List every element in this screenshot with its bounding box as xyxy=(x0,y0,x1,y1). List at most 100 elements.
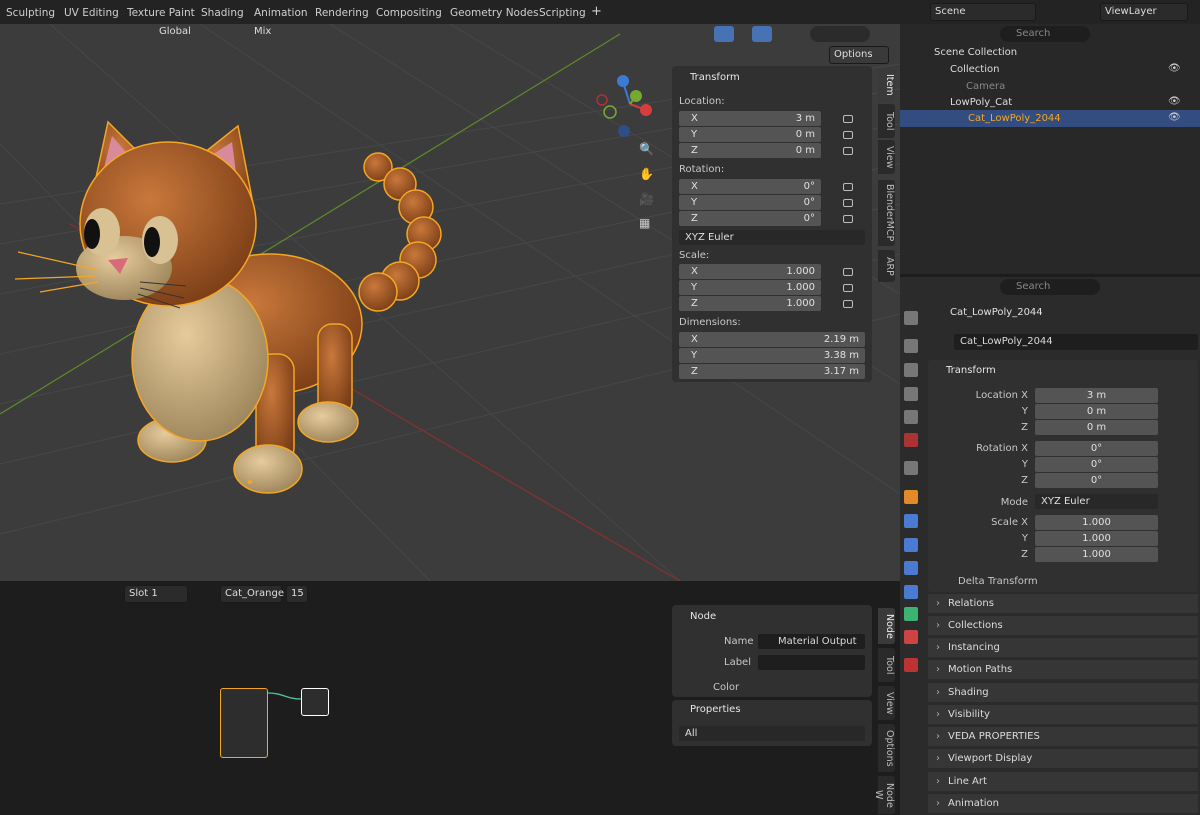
sidetab-tool[interactable]: Tool xyxy=(878,104,895,138)
tab-uv-editing[interactable]: UV Editing xyxy=(64,7,119,19)
rotation-x-field[interactable]: X 0° xyxy=(679,179,821,194)
texture-icon[interactable] xyxy=(904,658,918,672)
add-workspace-button[interactable]: + xyxy=(591,4,602,19)
tab-scripting[interactable]: Scripting xyxy=(539,7,586,19)
scene-icon[interactable] xyxy=(904,410,918,424)
prop-location-x[interactable]: 3 m xyxy=(1035,388,1158,403)
constraints-icon[interactable] xyxy=(904,585,918,599)
sidetab-item[interactable]: Item xyxy=(878,68,895,102)
material-users-count[interactable]: 15 xyxy=(286,585,308,603)
lock-icon[interactable] xyxy=(843,183,853,191)
prop-location-y[interactable]: 0 m xyxy=(1035,404,1158,419)
rotation-y-field[interactable]: Y 0° xyxy=(679,195,821,210)
principled-bsdf-node[interactable] xyxy=(220,688,268,758)
section-visibility[interactable]: Visibility xyxy=(928,704,1198,725)
properties-filter-dropdown[interactable]: All xyxy=(679,726,865,741)
sidetab-view[interactable]: View xyxy=(878,140,895,174)
properties-search[interactable]: Search xyxy=(1000,279,1100,295)
location-x-field[interactable]: X3 m xyxy=(679,111,821,126)
section-motion-paths[interactable]: Motion Paths xyxy=(928,659,1198,680)
location-z-field[interactable]: Z0 m xyxy=(679,143,821,158)
delta-transform-subpanel[interactable]: Delta Transform xyxy=(958,576,1038,587)
section-line-art[interactable]: Line Art xyxy=(928,771,1198,792)
material-icon[interactable] xyxy=(904,630,918,644)
tab-geometry-nodes[interactable]: Geometry Nodes xyxy=(450,7,539,19)
outliner-search[interactable]: Search xyxy=(1000,26,1090,42)
lock-icon[interactable] xyxy=(843,199,853,207)
outliner-row-camera[interactable]: Camera xyxy=(900,78,1200,95)
collection-icon[interactable] xyxy=(904,461,918,475)
dimensions-y-field[interactable]: Y 3.38 m xyxy=(679,348,865,363)
lock-icon[interactable] xyxy=(843,131,853,139)
outliner-row-collection[interactable]: Collection xyxy=(900,61,1200,78)
modifier-icon[interactable] xyxy=(904,514,918,528)
tool-settings-icon[interactable] xyxy=(904,311,918,325)
output-icon[interactable] xyxy=(904,363,918,377)
node-color-subpanel[interactable]: Color xyxy=(713,682,739,693)
node-tab-node-wrangler[interactable]: Node W xyxy=(873,776,895,814)
outliner-row-scene-collection[interactable]: Scene Collection xyxy=(900,44,1200,61)
shading-mode-buttons[interactable] xyxy=(810,26,870,42)
options-dropdown[interactable]: Options xyxy=(829,46,889,64)
prop-rotation-x[interactable]: 0° xyxy=(1035,441,1158,456)
visibility-eye-icon[interactable]: 👁 xyxy=(1168,63,1181,74)
prop-scale-x[interactable]: 1.000 xyxy=(1035,515,1158,530)
visibility-eye-icon[interactable]: 👁 xyxy=(1168,112,1181,123)
lock-icon[interactable] xyxy=(843,115,853,123)
node-label-field[interactable] xyxy=(758,655,865,670)
tab-shading[interactable]: Shading xyxy=(201,7,244,19)
particles-icon[interactable] xyxy=(904,538,918,552)
lock-icon[interactable] xyxy=(843,284,853,292)
node-tab-tool[interactable]: Tool xyxy=(878,648,895,682)
prop-rotation-mode[interactable]: XYZ Euler xyxy=(1035,494,1158,509)
node-tab-node[interactable]: Node xyxy=(878,608,895,644)
transform-orientation-dropdown[interactable]: Global xyxy=(155,24,215,42)
tab-rendering[interactable]: Rendering xyxy=(315,7,369,19)
scale-x-field[interactable]: X 1.000 xyxy=(679,264,821,279)
material-name-field[interactable]: Cat_Orange xyxy=(220,585,284,603)
visibility-eye-icon[interactable]: 👁 xyxy=(1168,96,1181,107)
prop-scale-y[interactable]: 1.000 xyxy=(1035,531,1158,546)
scale-z-field[interactable]: Z 1.000 xyxy=(679,296,821,311)
scale-y-field[interactable]: Y 1.000 xyxy=(679,280,821,295)
view-layer-icon[interactable] xyxy=(904,387,918,401)
sidetab-blendermcp[interactable]: BlenderMCP xyxy=(878,180,895,246)
prop-rotation-z[interactable]: 0° xyxy=(1035,473,1158,488)
prop-location-z[interactable]: 0 m xyxy=(1035,420,1158,435)
camera-view-icon[interactable]: 🎥 xyxy=(639,192,654,206)
zoom-icon[interactable]: 🔍 xyxy=(639,142,654,156)
prop-scale-z[interactable]: 1.000 xyxy=(1035,547,1158,562)
lock-icon[interactable] xyxy=(843,268,853,276)
pan-hand-icon[interactable]: ✋ xyxy=(639,167,654,181)
prop-rotation-y[interactable]: 0° xyxy=(1035,457,1158,472)
lock-icon[interactable] xyxy=(843,300,853,308)
dimensions-z-field[interactable]: Z 3.17 m xyxy=(679,364,865,379)
physics-icon[interactable] xyxy=(904,561,918,575)
dimensions-x-field[interactable]: X 2.19 m xyxy=(679,332,865,347)
node-name-field[interactable]: Material Output xyxy=(758,634,865,649)
scene-selector[interactable]: Scene xyxy=(930,3,1036,21)
rotation-z-field[interactable]: Z 0° xyxy=(679,211,821,226)
tab-animation[interactable]: Animation xyxy=(254,7,308,19)
section-relations[interactable]: Relations xyxy=(928,593,1198,614)
section-veda-properties[interactable]: VEDA PROPERTIES xyxy=(928,726,1198,747)
viewlayer-selector[interactable]: ViewLayer xyxy=(1100,3,1188,21)
location-y-field[interactable]: Y0 m xyxy=(679,127,821,142)
tab-texture-paint[interactable]: Texture Paint xyxy=(127,7,195,19)
world-icon[interactable] xyxy=(904,433,918,447)
perspective-grid-icon[interactable]: ▦ xyxy=(639,216,650,230)
outliner-row-lowpoly-cat[interactable]: LowPoly_Cat xyxy=(900,94,1200,111)
lock-icon[interactable] xyxy=(843,215,853,223)
object-icon[interactable] xyxy=(904,490,918,504)
rotation-mode-dropdown[interactable]: XYZ Euler xyxy=(679,230,865,245)
material-slot-dropdown[interactable]: Slot 1 xyxy=(124,585,188,603)
tab-compositing[interactable]: Compositing xyxy=(376,7,442,19)
sidetab-arp[interactable]: ARP xyxy=(878,250,895,282)
gizmo-toggle-icon[interactable] xyxy=(714,26,734,42)
snap-mode-dropdown[interactable]: Mix xyxy=(250,24,302,42)
section-animation[interactable]: Animation xyxy=(928,793,1198,814)
object-name-field[interactable]: Cat_LowPoly_2044 xyxy=(954,334,1198,350)
node-tab-options[interactable]: Options xyxy=(878,724,895,772)
tab-sculpting[interactable]: Sculpting xyxy=(6,7,55,19)
section-collections[interactable]: Collections xyxy=(928,615,1198,636)
